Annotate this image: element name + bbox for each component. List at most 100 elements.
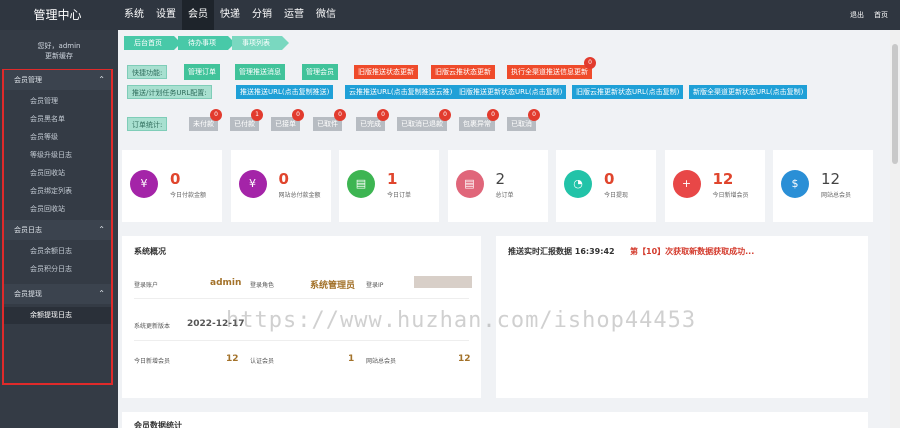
sidebar-group[interactable]: 会员日志 ⌃ xyxy=(4,220,111,240)
sidebar-item[interactable]: 会员积分日志 xyxy=(4,261,111,278)
top-nav-item[interactable]: 分销 xyxy=(246,0,278,30)
scrollbar[interactable] xyxy=(890,30,900,428)
cloud-url-button[interactable]: 云推推送URL(点击复制推送云推) xyxy=(345,85,457,99)
order-status-label: 未付款 xyxy=(193,120,214,128)
manage-orders-button[interactable]: 管理订单 xyxy=(184,64,220,80)
sidebar-item[interactable]: 会员等级 xyxy=(4,129,111,146)
sidebar-item[interactable]: 等级升级日志 xyxy=(4,147,111,164)
sidebar-item[interactable]: 会员余额日志 xyxy=(4,243,111,260)
login-ip-blurred xyxy=(414,276,472,288)
breadcrumb-list[interactable]: 事项列表 xyxy=(232,36,289,50)
row-divider-1 xyxy=(134,298,469,299)
total-members-label: 网站总会员 xyxy=(366,358,397,365)
sidebar-group-title: 会员日志 xyxy=(14,226,42,234)
stat-label: 今日提现 xyxy=(604,192,629,199)
scrollbar-thumb[interactable] xyxy=(892,44,898,164)
user-box: 您好，admin 更新缓存 xyxy=(0,30,118,66)
order-status-button[interactable]: 未付款 0 xyxy=(189,109,222,131)
sidebar: 您好，admin 更新缓存 会员管理 ⌃ 会员管理 会员黑名单 会员等级 等级升级日志 会员… xyxy=(0,30,118,428)
top-nav-item[interactable]: 微信 xyxy=(310,0,342,30)
stat-value: 12 xyxy=(821,170,841,188)
top-nav-item[interactable]: 设置 xyxy=(150,0,182,30)
stat-card: ▤ 2 总订单 xyxy=(447,150,548,222)
old-push-status-url-button[interactable]: 旧版推送更新状态URL(点击复制) xyxy=(455,85,567,99)
order-status-label: 已完成 xyxy=(360,120,381,128)
sidebar-item[interactable]: 会员回收站 xyxy=(4,165,111,182)
stat-card: ¥0 网站总付款金额 xyxy=(230,150,331,222)
sidebar-item[interactable]: 会员绑定列表 xyxy=(4,183,111,200)
top-right-links: 退出 首页 xyxy=(850,0,888,30)
order-status-label: 已付款 xyxy=(234,120,255,128)
stat-card: ◔ 0 今日提现 xyxy=(556,150,656,222)
stat-value: 0 xyxy=(604,170,615,188)
order-count-badge: 0 xyxy=(377,109,389,121)
stat-label: 网站总会员 xyxy=(821,192,852,199)
stat-card: +12 今日新增会员 xyxy=(664,150,765,222)
new-members-label: 今日新增会员 xyxy=(134,358,171,365)
yuan-icon: ¥ xyxy=(238,170,267,198)
order-status-button[interactable]: 已取消已退款 0 xyxy=(397,109,451,131)
order-status-button[interactable]: 已付款 1 xyxy=(230,109,263,131)
order-status-button[interactable]: 已接单 0 xyxy=(271,109,304,131)
top-nav-item[interactable]: 运营 xyxy=(278,0,310,30)
top-nav-item[interactable]: 系统 xyxy=(118,0,150,30)
money-bag-icon: $ xyxy=(781,170,809,198)
logout-link[interactable]: 退出 xyxy=(850,0,864,30)
top-nav-item[interactable]: 快递 xyxy=(214,0,246,30)
order-count-badge: 0 xyxy=(528,109,540,121)
push-url-button[interactable]: 推送推送URL(点击复制推送) xyxy=(236,85,334,99)
home-link[interactable]: 首页 xyxy=(874,0,888,30)
chevron-up-icon: ⌃ xyxy=(98,225,105,234)
breadcrumb-home[interactable]: 后台首页 xyxy=(124,36,181,50)
manage-push-button[interactable]: 管理推送消息 xyxy=(235,64,285,80)
chevron-up-icon: ⌃ xyxy=(98,289,105,298)
order-count-badge: 0 xyxy=(487,109,499,121)
stat-card: ▤ 1 今日订单 xyxy=(339,150,439,222)
order-status-button[interactable]: 已完成 0 xyxy=(356,109,389,131)
yuan-icon: ¥ xyxy=(130,170,158,198)
sidebar-group[interactable]: 会员管理 ⌃ xyxy=(4,70,111,90)
manage-members-button[interactable]: 管理会员 xyxy=(302,64,338,80)
user-greeting: 您好，admin xyxy=(37,42,81,50)
all-channel-update-label: 执行全渠道推送信息更新 xyxy=(511,68,588,76)
pie-icon: ◔ xyxy=(564,170,592,198)
breadcrumb: 后台首页 待办事项 事项列表 xyxy=(124,36,289,50)
add-user-icon: + xyxy=(672,170,701,198)
old-push-update-button[interactable]: 旧版推送状态更新 xyxy=(354,65,418,79)
stat-label: 总订单 xyxy=(495,192,514,199)
stat-label: 网站总付款金额 xyxy=(278,192,321,199)
old-cloud-status-url-button[interactable]: 旧版云推更新状态URL(点击复制) xyxy=(572,85,684,99)
sidebar-item[interactable]: 会员黑名单 xyxy=(4,111,111,128)
order-status-button[interactable]: 已取件 0 xyxy=(313,109,346,131)
order-count-badge: 1 xyxy=(251,109,263,121)
clear-cache-link[interactable]: 更新缓存 xyxy=(0,51,118,61)
sidebar-item[interactable]: 余额提现日志 xyxy=(4,307,111,324)
task-url-label: 推送/计划任务URL配置: xyxy=(127,85,212,99)
stat-label: 今日付款金额 xyxy=(170,192,207,199)
order-count-badge: 0 xyxy=(292,109,304,121)
stat-value: 1 xyxy=(387,170,398,188)
sidebar-group[interactable]: 会员提现 ⌃ xyxy=(4,284,111,304)
system-panel-title: 系统概况 xyxy=(134,247,166,256)
order-status-button[interactable]: 包裹异常 0 xyxy=(459,109,499,131)
stat-label: 今日新增会员 xyxy=(712,192,749,199)
order-status-label: 已取消已退款 xyxy=(401,120,443,128)
top-nav-item[interactable]: 会员 xyxy=(182,0,214,30)
document-icon: ▤ xyxy=(347,170,375,198)
order-status-label: 已接单 xyxy=(275,120,296,128)
member-stats-title: 会员数据统计 xyxy=(134,421,182,428)
stat-value: 0 xyxy=(278,170,289,188)
new-members-value: 12 xyxy=(226,354,239,364)
order-status-button[interactable]: 已取消 0 xyxy=(507,109,540,131)
sidebar-item[interactable]: 会员回收站 xyxy=(4,201,111,218)
sidebar-item[interactable]: 会员管理 xyxy=(4,93,111,110)
total-members-value: 12 xyxy=(458,354,471,364)
login-role-label: 登录角色 xyxy=(250,282,275,289)
version-label: 系统更新版本 xyxy=(134,323,171,330)
brand-title: 管理中心 xyxy=(33,8,82,22)
old-cloud-update-button[interactable]: 旧版云推状态更新 xyxy=(431,65,495,79)
breadcrumb-todo[interactable]: 待办事项 xyxy=(178,36,235,50)
all-channel-update-button[interactable]: 执行全渠道推送信息更新 0 xyxy=(507,57,596,79)
order-status-label: 包裹异常 xyxy=(463,120,491,128)
new-channel-status-url-button[interactable]: 新版全渠道更新状态URL(点击复制) xyxy=(689,85,808,99)
